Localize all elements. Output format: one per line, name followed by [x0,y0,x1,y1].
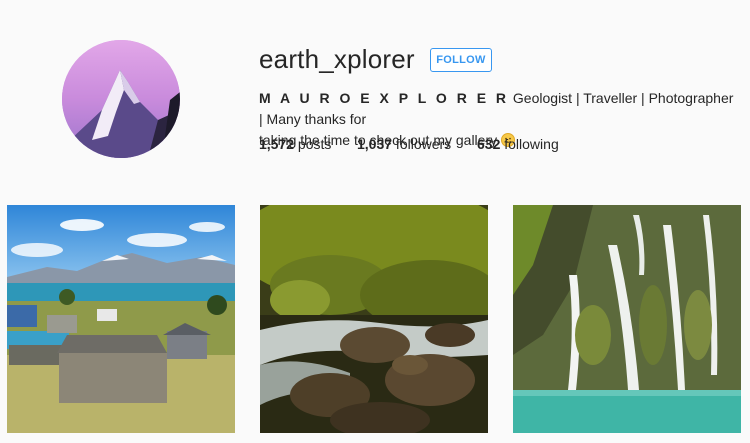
followers-count: 1,037 [357,136,393,152]
follow-button[interactable]: FOLLOW [430,48,492,72]
followers-label: followers [392,136,452,152]
lakeside-village-photo [7,205,235,433]
following-label: following [500,136,559,152]
photo-tile-2[interactable] [260,205,488,433]
posts-label: posts [294,136,332,152]
posts-count: 1,572 [259,136,295,152]
profile-avatar[interactable] [62,40,180,158]
mountain-avatar-image [62,40,180,158]
profile-display-name: M A U R O E X P L O R E R [259,90,510,106]
forest-stream-photo [260,205,488,433]
waterfalls-photo [513,205,741,433]
profile-username: earth_xplorer [259,44,415,74]
photo-tile-1[interactable] [7,205,235,433]
posts-stat: 1,572 posts [259,136,331,152]
followers-stat[interactable]: 1,037 followers [357,136,451,152]
following-stat[interactable]: 632 following [477,136,559,152]
photo-tile-3[interactable] [513,205,741,433]
following-count: 632 [477,136,501,152]
